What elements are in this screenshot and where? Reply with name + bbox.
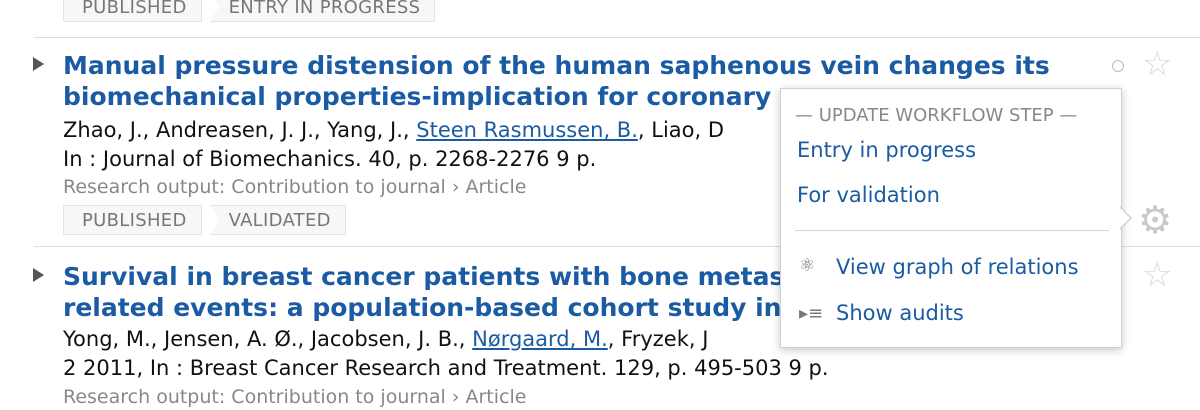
authors-text-rest: , Fryzek, J [607, 327, 709, 351]
entry-authors: Zhao, J., Andreasen, J. J., Yang, J., St… [63, 116, 724, 144]
expand-triangle-icon[interactable] [33, 57, 44, 71]
prev-entry-tags: PUBLISHED ENTRY IN PROGRESS [63, 0, 443, 22]
status-circle-icon[interactable] [1112, 60, 1124, 72]
step-for-validation[interactable]: For validation [797, 183, 940, 207]
author-link[interactable]: Steen Rasmussen, B. [416, 118, 638, 142]
author-link[interactable]: Nørgaard, M. [472, 327, 608, 351]
entry-authors: Yong, M., Jensen, A. Ø., Jacobsen, J. B.… [63, 325, 708, 353]
star-icon[interactable]: ☆ [1142, 47, 1172, 81]
entry-journal: In : Journal of Biomechanics. 40, p. 226… [63, 147, 597, 171]
show-audits-label: Show audits [836, 301, 964, 325]
tag-published: PUBLISHED [63, 0, 202, 22]
tag-entry-in-progress: ENTRY IN PROGRESS [209, 0, 436, 22]
view-graph-label: View graph of relations [836, 255, 1079, 279]
entry-journal: 2 2011, In : Breast Cancer Research and … [63, 356, 829, 380]
workflow-popup-menu: — UPDATE WORKFLOW STEP — Entry in progre… [780, 88, 1122, 348]
tag-validated: VALIDATED [209, 205, 346, 235]
step-entry-in-progress[interactable]: Entry in progress [797, 138, 976, 162]
tag-published: PUBLISHED [63, 205, 202, 235]
entry-type: Research output: Contribution to journal… [63, 176, 527, 198]
authors-text-rest: , Liao, D [637, 118, 725, 142]
list-icon: ▸≡ [799, 303, 824, 324]
atom-icon: ⚛ [799, 255, 816, 276]
entry-tags: PUBLISHED VALIDATED [63, 205, 354, 235]
popup-arrow-inner [1119, 207, 1130, 229]
popup-divider [795, 230, 1109, 231]
star-icon[interactable]: ☆ [1142, 258, 1172, 292]
entry-title-line1: Manual pressure distension of the human … [63, 51, 1050, 80]
gear-icon[interactable]: ⚙ [1138, 201, 1172, 239]
authors-text: Yong, M., Jensen, A. Ø., Jacobsen, J. B.… [63, 327, 473, 351]
expand-triangle-icon[interactable] [33, 268, 44, 282]
authors-text: Zhao, J., Andreasen, J. J., Yang, J., [63, 118, 417, 142]
popup-heading: — UPDATE WORKFLOW STEP — [795, 105, 1078, 126]
entry-type: Research output: Contribution to journal… [63, 386, 527, 408]
entry-divider [34, 37, 1200, 38]
